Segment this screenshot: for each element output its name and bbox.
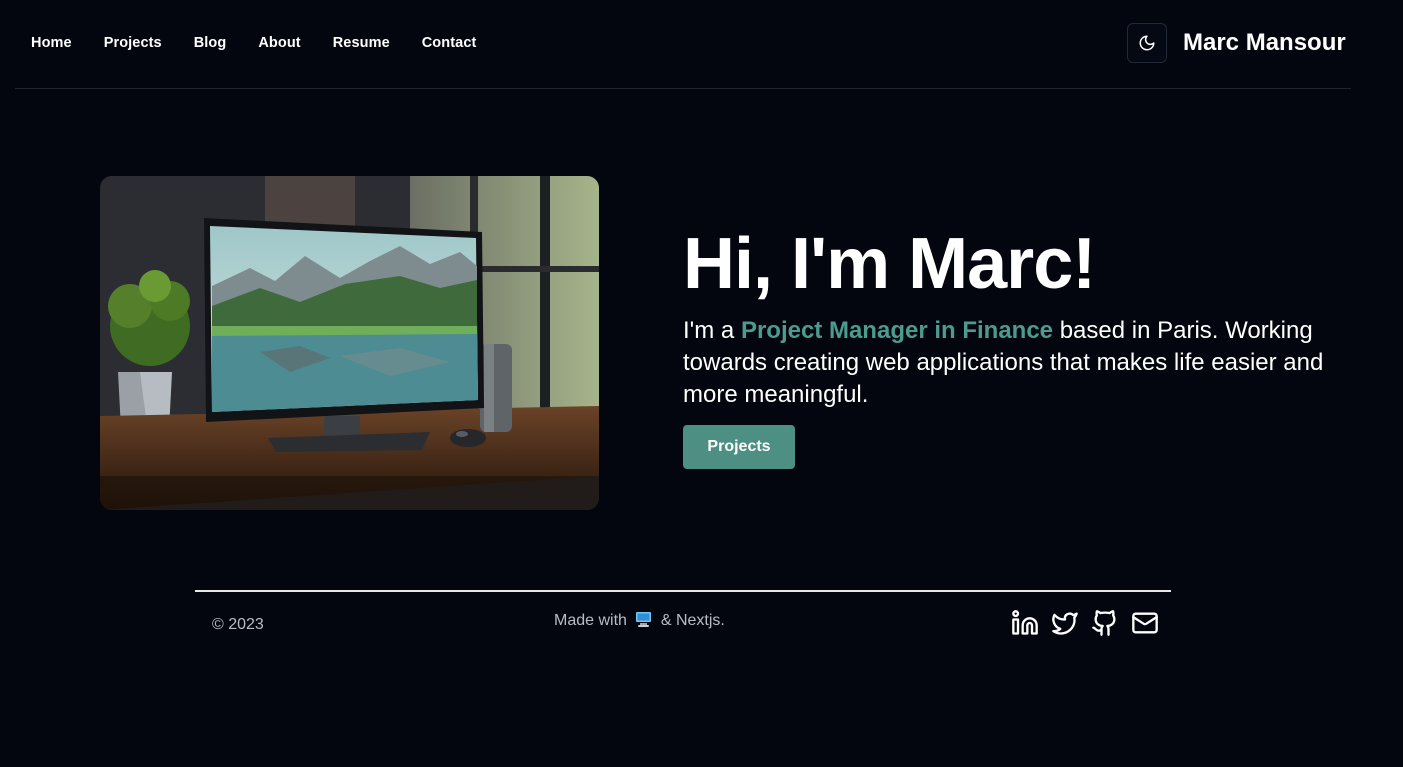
footer-copyright: © 2023 bbox=[212, 616, 264, 633]
moon-icon bbox=[1139, 35, 1155, 51]
site-brand[interactable]: Marc Mansour bbox=[1183, 27, 1346, 59]
github-icon bbox=[1092, 610, 1116, 636]
main-nav: Home Projects Blog About Resume Contact bbox=[31, 33, 508, 53]
nav-about-link[interactable]: About bbox=[258, 33, 300, 53]
made-with-prefix: Made with bbox=[554, 612, 627, 629]
site-header: Home Projects Blog About Resume Contact … bbox=[15, 0, 1351, 89]
github-link[interactable] bbox=[1090, 608, 1120, 638]
mail-icon bbox=[1132, 612, 1158, 634]
hero-title: Hi, I'm Marc! bbox=[683, 224, 1096, 304]
projects-button[interactable]: Projects bbox=[683, 425, 795, 469]
desk-computer-photo bbox=[100, 176, 599, 510]
linkedin-icon bbox=[1012, 610, 1038, 635]
twitter-link[interactable] bbox=[1050, 608, 1080, 638]
linkedin-link[interactable] bbox=[1010, 608, 1040, 638]
nav-contact-link[interactable]: Contact bbox=[422, 33, 477, 53]
made-with-suffix: & Nextjs. bbox=[660, 612, 725, 629]
mail-link[interactable] bbox=[1130, 608, 1160, 638]
hero-description: I'm a Project Manager in Finance based i… bbox=[683, 315, 1353, 411]
nav-blog-link[interactable]: Blog bbox=[194, 33, 227, 53]
theme-toggle-button[interactable] bbox=[1127, 23, 1167, 63]
footer-divider bbox=[195, 590, 1171, 592]
hero-role: Project Manager in Finance bbox=[740, 317, 1054, 344]
footer-made-with: Made with & Nextjs. bbox=[554, 611, 725, 634]
social-links bbox=[1010, 608, 1160, 638]
computer-icon bbox=[635, 611, 652, 634]
hero-image bbox=[100, 176, 599, 510]
nav-home-link[interactable]: Home bbox=[31, 33, 72, 53]
nav-projects-link[interactable]: Projects bbox=[104, 33, 162, 53]
hero-intro-prefix: I'm a bbox=[683, 317, 741, 344]
nav-resume-link[interactable]: Resume bbox=[333, 33, 390, 53]
twitter-icon bbox=[1052, 612, 1078, 635]
